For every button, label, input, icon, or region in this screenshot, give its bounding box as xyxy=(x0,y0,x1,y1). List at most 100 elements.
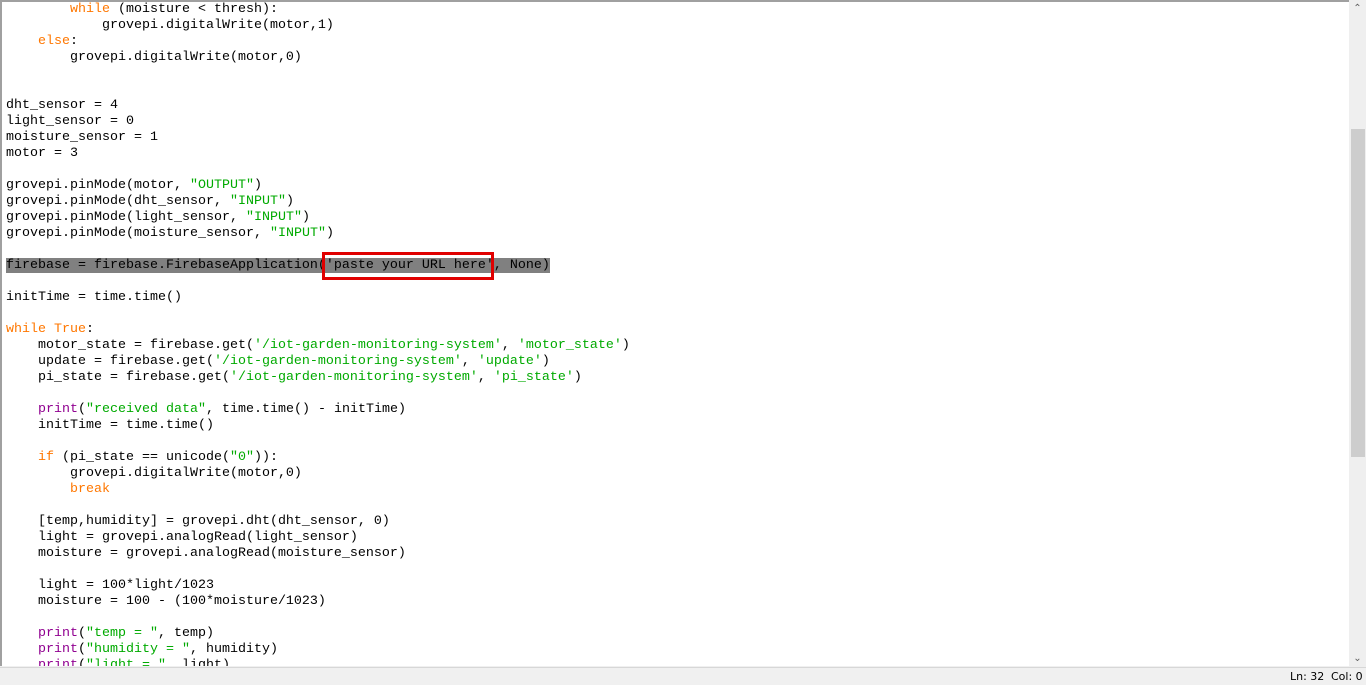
scrollbar-thumb[interactable] xyxy=(1351,129,1365,457)
code-line[interactable]: moisture_sensor = 1 xyxy=(6,130,630,146)
keyword-token: if xyxy=(38,450,54,465)
string-token: "OUTPUT" xyxy=(189,178,254,193)
code-token: , xyxy=(477,370,494,385)
code-token: ( xyxy=(78,402,86,417)
code-line[interactable]: print("humidity = ", humidity) xyxy=(6,642,630,658)
code-line[interactable]: if (pi_state == unicode("0")): xyxy=(6,450,630,466)
code-token: light = grovepi.analogRead(light_sensor) xyxy=(6,530,358,545)
string-token: 'update' xyxy=(477,354,542,369)
code-line[interactable]: motor = 3 xyxy=(6,146,630,162)
code-line[interactable]: grovepi.pinMode(moisture_sensor, "INPUT"… xyxy=(6,226,630,242)
code-line[interactable] xyxy=(6,306,630,322)
code-line[interactable]: break xyxy=(6,482,630,498)
code-token: grovepi.pinMode(motor, xyxy=(6,178,190,193)
code-line[interactable]: while True: xyxy=(6,322,630,338)
string-token: "0" xyxy=(229,450,254,465)
builtin-token: print xyxy=(38,626,78,641)
code-token: pi_state = firebase.get( xyxy=(6,370,230,385)
code-line[interactable] xyxy=(6,162,630,178)
code-line[interactable]: firebase = firebase.FirebaseApplication(… xyxy=(6,258,630,274)
builtin-token: print xyxy=(38,658,78,666)
code-line[interactable]: grovepi.digitalWrite(motor,1) xyxy=(6,18,630,34)
code-line[interactable]: pi_state = firebase.get('/iot-garden-mon… xyxy=(6,370,630,386)
code-line[interactable]: light = grovepi.analogRead(light_sensor) xyxy=(6,530,630,546)
code-line[interactable]: else: xyxy=(6,34,630,50)
code-line[interactable]: initTime = time.time() xyxy=(6,290,630,306)
code-token: grovepi.pinMode(light_sensor, xyxy=(6,210,246,225)
string-token: "INPUT" xyxy=(269,226,326,241)
code-line[interactable]: grovepi.pinMode(light_sensor, "INPUT") xyxy=(6,210,630,226)
code-line[interactable] xyxy=(6,82,630,98)
string-token: '/iot-garden-monitoring-system' xyxy=(253,338,502,353)
code-line[interactable] xyxy=(6,498,630,514)
code-line[interactable]: [temp,humidity] = grovepi.dht(dht_sensor… xyxy=(6,514,630,530)
code-line[interactable]: update = firebase.get('/iot-garden-monit… xyxy=(6,354,630,370)
code-line[interactable] xyxy=(6,274,630,290)
code-token: grovepi.digitalWrite(motor,0) xyxy=(6,50,302,65)
code-token: , humidity) xyxy=(189,642,278,657)
chevron-down-icon[interactable]: ⌄ xyxy=(1349,650,1366,667)
keyword-token: break xyxy=(70,482,110,497)
code-line[interactable]: motor_state = firebase.get('/iot-garden-… xyxy=(6,338,630,354)
code-token: initTime = time.time() xyxy=(6,418,214,433)
code-token: update = firebase.get( xyxy=(6,354,214,369)
code-token: ) xyxy=(573,370,582,385)
code-token: moisture = 100 - (100*moisture/1023) xyxy=(6,594,326,609)
vertical-scrollbar[interactable]: ⌃ ⌄ xyxy=(1349,0,1366,667)
string-token: 'pi_state' xyxy=(493,370,574,385)
string-token: "INPUT" xyxy=(245,210,302,225)
code-token: ( xyxy=(78,626,86,641)
code-token: grovepi.pinMode(dht_sensor, xyxy=(6,194,230,209)
code-line[interactable]: print("temp = ", temp) xyxy=(6,626,630,642)
string-token: "INPUT" xyxy=(229,194,286,209)
chevron-up-icon[interactable]: ⌃ xyxy=(1349,0,1366,17)
code-line[interactable]: light = 100*light/1023 xyxy=(6,578,630,594)
code-line[interactable] xyxy=(6,66,630,82)
string-token: "humidity = " xyxy=(86,642,190,657)
code-line[interactable] xyxy=(6,610,630,626)
code-token: , temp) xyxy=(157,626,214,641)
code-line[interactable]: dht_sensor = 4 xyxy=(6,98,630,114)
code-line[interactable]: grovepi.digitalWrite(motor,0) xyxy=(6,50,630,66)
code-token: )): xyxy=(253,450,278,465)
code-line[interactable]: moisture = grovepi.analogRead(moisture_s… xyxy=(6,546,630,562)
code-text-area[interactable]: while (moisture < thresh): grovepi.digit… xyxy=(6,2,630,666)
code-token: ) xyxy=(253,178,262,193)
code-line[interactable]: print("received data", time.time() - ini… xyxy=(6,402,630,418)
code-line[interactable] xyxy=(6,386,630,402)
code-editor[interactable]: while (moisture < thresh): grovepi.digit… xyxy=(0,0,1349,666)
code-line[interactable]: print("light = ", light) xyxy=(6,658,630,666)
keyword-token: while True xyxy=(6,322,86,337)
string-token: '/iot-garden-monitoring-system' xyxy=(229,370,478,385)
code-token: : xyxy=(70,34,78,49)
code-token: ) xyxy=(621,338,630,353)
code-line[interactable]: moisture = 100 - (100*moisture/1023) xyxy=(6,594,630,610)
string-token: 'motor_state' xyxy=(517,338,622,353)
code-token: (moisture < thresh): xyxy=(110,2,278,17)
code-token: light = 100*light/1023 xyxy=(6,578,214,593)
code-line[interactable]: grovepi.digitalWrite(motor,0) xyxy=(6,466,630,482)
code-line[interactable] xyxy=(6,242,630,258)
column-number-indicator: Col: 0 xyxy=(1331,670,1363,683)
code-line[interactable] xyxy=(6,562,630,578)
code-token: moisture = grovepi.analogRead(moisture_s… xyxy=(6,546,406,561)
code-line[interactable]: while (moisture < thresh): xyxy=(6,2,630,18)
code-line[interactable] xyxy=(6,434,630,450)
code-token: motor_state = firebase.get( xyxy=(6,338,254,353)
code-token: , time.time() - initTime) xyxy=(205,402,406,417)
code-token: light_sensor = 0 xyxy=(6,114,134,129)
code-line[interactable]: grovepi.pinMode(dht_sensor, "INPUT") xyxy=(6,194,630,210)
status-bar: Ln: 32 Col: 0 xyxy=(0,667,1366,685)
string-token: "received data" xyxy=(86,402,206,417)
code-line[interactable]: initTime = time.time() xyxy=(6,418,630,434)
code-token: , xyxy=(501,338,518,353)
code-line[interactable]: light_sensor = 0 xyxy=(6,114,630,130)
line-number-indicator: Ln: 32 xyxy=(1290,670,1325,683)
code-line[interactable]: grovepi.pinMode(motor, "OUTPUT") xyxy=(6,178,630,194)
